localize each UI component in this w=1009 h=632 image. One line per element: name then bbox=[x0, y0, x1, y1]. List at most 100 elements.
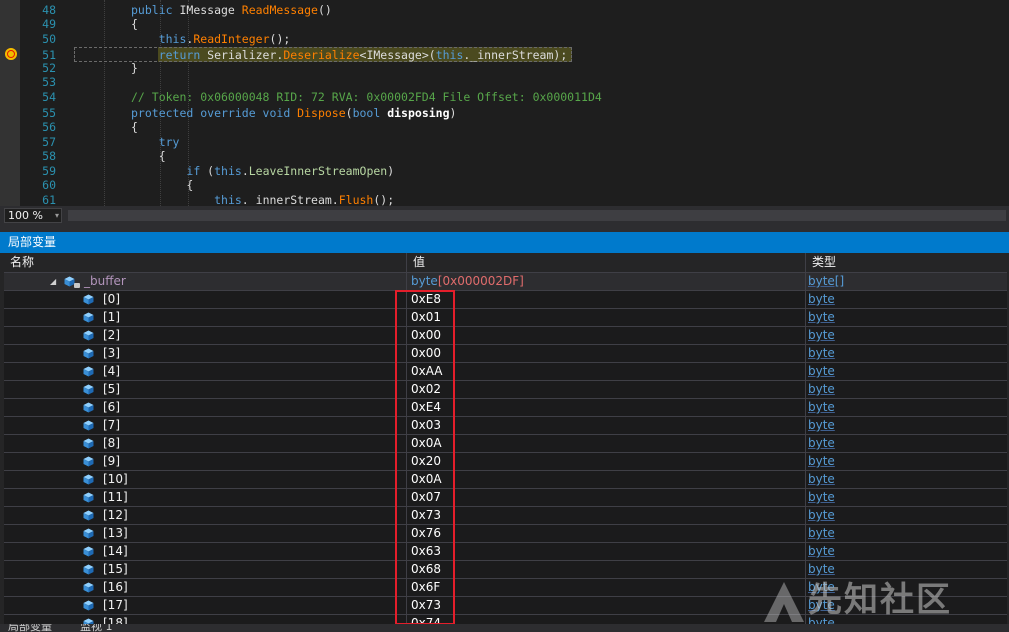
table-row-buffer[interactable]: ◢ _buffer byte[0x000002DF] byte[] bbox=[4, 273, 1007, 291]
value-cell[interactable]: 0x00 bbox=[407, 327, 806, 344]
code-text[interactable]: public IMessage ReadMessage() bbox=[131, 3, 332, 17]
table-row[interactable]: [4] 0xAA byte bbox=[4, 363, 1007, 381]
line-number: 56 bbox=[42, 120, 56, 134]
type-cell[interactable]: byte bbox=[806, 507, 1007, 524]
table-row[interactable]: [12] 0x73 byte bbox=[4, 507, 1007, 525]
table-row[interactable]: [13] 0x76 byte bbox=[4, 525, 1007, 543]
type-cell[interactable]: byte bbox=[806, 453, 1007, 470]
code-text[interactable]: this._innerStream.Flush(); bbox=[131, 193, 394, 206]
chevron-down-icon[interactable]: ▾ bbox=[55, 209, 59, 222]
line-number: 61 bbox=[42, 193, 56, 206]
tab-locals[interactable]: 局部变量 bbox=[8, 624, 52, 632]
field-icon bbox=[83, 438, 94, 449]
type-cell[interactable]: byte bbox=[806, 435, 1007, 452]
zoom-level-dropdown[interactable]: 100 % ▾ bbox=[4, 208, 62, 223]
value-cell[interactable]: 0x6F bbox=[407, 579, 806, 596]
collapse-arrow-icon[interactable]: ◢ bbox=[50, 273, 56, 290]
table-row[interactable]: [10] 0x0A byte bbox=[4, 471, 1007, 489]
type-cell[interactable]: byte bbox=[806, 345, 1007, 362]
type-cell[interactable]: byte bbox=[806, 489, 1007, 506]
column-header-type[interactable]: 类型 bbox=[806, 253, 1007, 272]
field-icon bbox=[83, 510, 94, 521]
name-cell: [2] bbox=[4, 327, 407, 344]
value-cell[interactable]: 0xAA bbox=[407, 363, 806, 380]
column-header-value[interactable]: 值 bbox=[407, 253, 806, 272]
code-text[interactable]: protected override void Dispose(bool dis… bbox=[131, 106, 456, 120]
table-row[interactable]: [5] 0x02 byte bbox=[4, 381, 1007, 399]
type-cell[interactable]: byte bbox=[806, 291, 1007, 308]
code-text[interactable]: { bbox=[131, 120, 138, 134]
name-cell: [14] bbox=[4, 543, 407, 560]
value-cell[interactable]: 0x0A bbox=[407, 471, 806, 488]
code-text[interactable]: { bbox=[131, 149, 166, 163]
table-row[interactable]: [9] 0x20 byte bbox=[4, 453, 1007, 471]
value-cell[interactable]: byte[0x000002DF] bbox=[407, 273, 806, 290]
value-text: [0x000002DF] bbox=[437, 274, 524, 288]
field-icon bbox=[83, 312, 94, 323]
type-cell[interactable]: byte bbox=[806, 327, 1007, 344]
value-cell[interactable]: 0x20 bbox=[407, 453, 806, 470]
value-cell[interactable]: 0xE4 bbox=[407, 399, 806, 416]
name-cell: [10] bbox=[4, 471, 407, 488]
type-cell[interactable]: byte bbox=[806, 543, 1007, 560]
table-row[interactable]: [6] 0xE4 byte bbox=[4, 399, 1007, 417]
element-index: [10] bbox=[103, 472, 128, 486]
value-cell[interactable]: 0x73 bbox=[407, 507, 806, 524]
locals-window-title[interactable]: 局部变量 bbox=[0, 232, 1009, 253]
table-row[interactable]: [8] 0x0A byte bbox=[4, 435, 1007, 453]
type-cell[interactable]: byte bbox=[806, 399, 1007, 416]
code-text[interactable]: } bbox=[131, 61, 138, 75]
code-text[interactable]: // Token: 0x06000048 RID: 72 RVA: 0x0000… bbox=[131, 90, 602, 104]
code-editor[interactable]: 48 public IMessage ReadMessage() 49{50 thi… bbox=[0, 0, 1009, 206]
column-header-name[interactable]: 名称 bbox=[4, 253, 407, 272]
table-row[interactable]: [7] 0x03 byte bbox=[4, 417, 1007, 435]
code-token: Serializer. bbox=[200, 48, 284, 62]
name-cell: [15] bbox=[4, 561, 407, 578]
type-cell[interactable]: byte bbox=[806, 417, 1007, 434]
field-icon bbox=[83, 348, 94, 359]
value-cell[interactable]: 0x76 bbox=[407, 525, 806, 542]
field-icon bbox=[83, 564, 94, 575]
type-cell[interactable]: byte bbox=[806, 525, 1007, 542]
code-text[interactable]: { bbox=[131, 17, 138, 31]
type-cell[interactable]: byte bbox=[806, 471, 1007, 488]
value-cell[interactable]: 0x07 bbox=[407, 489, 806, 506]
table-row[interactable]: [11] 0x07 byte bbox=[4, 489, 1007, 507]
value-cell[interactable]: 0x00 bbox=[407, 345, 806, 362]
code-token: this bbox=[214, 164, 242, 178]
value-cell[interactable]: 0xE8 bbox=[407, 291, 806, 308]
line-number: 57 bbox=[42, 135, 56, 149]
value-cell[interactable]: 0x73 bbox=[407, 597, 806, 614]
value-cell[interactable]: 0x03 bbox=[407, 417, 806, 434]
value-cell[interactable]: 0x02 bbox=[407, 381, 806, 398]
code-token: <IMessage>( bbox=[359, 48, 436, 62]
type-cell[interactable]: byte bbox=[806, 309, 1007, 326]
type-cell[interactable]: byte bbox=[806, 363, 1007, 380]
indent-guide bbox=[104, 0, 105, 206]
type-cell[interactable]: byte[] bbox=[806, 273, 1007, 290]
value-cell[interactable]: 0x68 bbox=[407, 561, 806, 578]
code-token: this bbox=[435, 48, 464, 62]
glyph-margin[interactable] bbox=[0, 0, 20, 206]
tab-watch-1[interactable]: 监视 1 bbox=[80, 624, 113, 632]
value-cell[interactable]: 0x0A bbox=[407, 435, 806, 452]
table-row[interactable]: [14] 0x63 byte bbox=[4, 543, 1007, 561]
type-cell[interactable]: byte bbox=[806, 381, 1007, 398]
code-text[interactable]: if (this.LeaveInnerStreamOpen) bbox=[131, 164, 394, 178]
code-token: { bbox=[131, 120, 138, 134]
value-cell[interactable]: 0x01 bbox=[407, 309, 806, 326]
value-cell[interactable]: 0x63 bbox=[407, 543, 806, 560]
table-row[interactable]: [2] 0x00 byte bbox=[4, 327, 1007, 345]
table-row[interactable]: [1] 0x01 byte bbox=[4, 309, 1007, 327]
code-token: ) bbox=[449, 106, 457, 120]
horizontal-scrollbar[interactable] bbox=[68, 210, 1006, 221]
code-text[interactable]: this.ReadInteger(); bbox=[131, 32, 291, 46]
table-row[interactable]: [0] 0xE8 byte bbox=[4, 291, 1007, 309]
breakpoint-icon[interactable] bbox=[5, 48, 17, 60]
table-row[interactable]: [3] 0x00 byte bbox=[4, 345, 1007, 363]
element-index: [8] bbox=[103, 436, 120, 450]
code-text[interactable]: { bbox=[131, 178, 193, 192]
code-text[interactable]: return Serializer.Deserialize<IMessage>(… bbox=[131, 48, 568, 62]
window-splitter[interactable] bbox=[0, 225, 1009, 232]
code-text[interactable]: try bbox=[131, 135, 180, 149]
